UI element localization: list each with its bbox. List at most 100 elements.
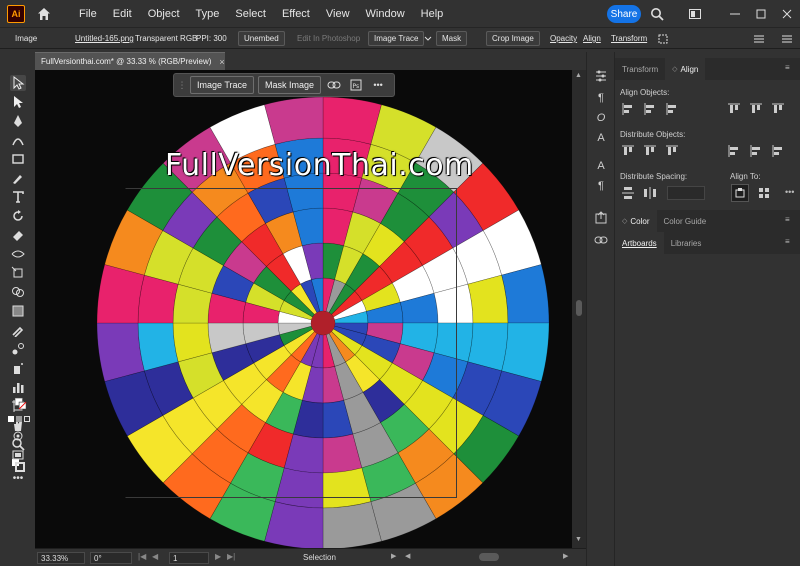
align-left-icon[interactable]	[621, 102, 635, 116]
color-mode-icon[interactable]	[8, 416, 14, 422]
gradient-tool-icon[interactable]	[10, 303, 26, 319]
distribute-top-icon[interactable]	[621, 144, 635, 158]
edit-in-photoshop-button[interactable]: Edit In Photoshop	[292, 31, 365, 46]
free-transform-tool-icon[interactable]	[10, 265, 26, 281]
scroll-right-icon[interactable]: ▶	[563, 552, 568, 560]
last-artboard-icon[interactable]: ▶|	[227, 552, 235, 561]
photoshop-icon[interactable]: Ps	[347, 76, 365, 94]
symbol-sprayer-tool-icon[interactable]	[10, 360, 26, 376]
align-vertical-center-icon[interactable]	[749, 102, 763, 116]
tab-transform[interactable]: Transform	[615, 58, 665, 80]
align-more-icon[interactable]: •••	[785, 187, 794, 197]
spacing-input[interactable]	[667, 186, 705, 200]
artboard-number-field[interactable]: 1	[169, 552, 209, 564]
width-tool-icon[interactable]	[10, 246, 26, 262]
taskbar-mask-image-button[interactable]: Mask Image	[258, 76, 322, 94]
menu-effect[interactable]: Effect	[274, 8, 318, 20]
menu-edit[interactable]: Edit	[105, 8, 140, 20]
fill-stroke-swatch-icon[interactable]	[10, 393, 32, 415]
scroll-down-icon[interactable]: ▼	[575, 536, 582, 543]
distribute-right-icon[interactable]	[771, 144, 785, 158]
scroll-up-icon[interactable]: ▲	[575, 72, 582, 79]
align-bottom-icon[interactable]	[771, 102, 785, 116]
search-icon[interactable]	[648, 5, 666, 23]
align-right-icon[interactable]	[665, 102, 679, 116]
transform-link[interactable]: Transform	[606, 31, 652, 46]
document-tab[interactable]: FullVersionthai.com* @ 33.33 % (RGB/Prev…	[35, 52, 225, 70]
vertical-scrollbar[interactable]: ▲ ▼	[572, 70, 586, 548]
control-bar-options-icon[interactable]	[776, 31, 798, 46]
zoom-field[interactable]: 33.33%	[37, 552, 85, 564]
more-options-icon[interactable]: •••	[369, 76, 387, 94]
align-top-icon[interactable]	[727, 102, 741, 116]
taskbar-image-trace-button[interactable]: Image Trace	[190, 76, 255, 94]
horizontal-scroll-thumb[interactable]	[479, 553, 499, 561]
opacity-link[interactable]: Opacity	[545, 31, 582, 46]
eyedropper-tool-icon[interactable]	[10, 322, 26, 338]
close-icon[interactable]	[778, 5, 796, 23]
horizontal-distribute-space-icon[interactable]	[643, 186, 657, 200]
opentype-panel-icon[interactable]: O	[593, 110, 609, 126]
align-panel-menu-icon[interactable]: ≡	[785, 63, 790, 72]
tab-color-guide[interactable]: Color Guide	[657, 210, 714, 232]
linked-file-name[interactable]: Untitled-165.png	[70, 31, 139, 46]
vertical-scroll-thumb[interactable]	[576, 300, 582, 316]
share-button[interactable]: Share	[607, 5, 641, 23]
paragraph-panel-icon[interactable]: ¶	[593, 90, 609, 106]
scroll-left-icon[interactable]: ◀	[405, 552, 410, 560]
artboards-panel-menu-icon[interactable]: ≡	[785, 237, 790, 246]
tab-libraries[interactable]: Libraries	[664, 232, 709, 254]
color-panel-menu-icon[interactable]: ≡	[785, 215, 790, 224]
pen-tool-icon[interactable]	[10, 113, 26, 129]
drag-handle-icon[interactable]: ⋮	[178, 76, 187, 94]
menu-window[interactable]: Window	[358, 8, 413, 20]
properties-panel-icon[interactable]	[593, 68, 609, 84]
close-tab-icon[interactable]: ×	[219, 57, 224, 67]
align-link[interactable]: Align	[578, 31, 606, 46]
crop-image-button[interactable]: Crop Image	[486, 31, 540, 46]
paintbrush-tool-icon[interactable]	[10, 170, 26, 186]
status-menu-icon[interactable]: ▶	[391, 552, 396, 560]
link-icon[interactable]	[325, 76, 343, 94]
menu-type[interactable]: Type	[188, 8, 228, 20]
mask-button[interactable]: Mask	[436, 31, 468, 46]
tab-color[interactable]: ◇ Color	[615, 210, 657, 232]
character-panel-icon[interactable]: A	[593, 130, 609, 146]
gradient-mode-icon[interactable]	[16, 416, 22, 422]
menu-object[interactable]: Object	[140, 8, 188, 20]
distribute-bottom-icon[interactable]	[665, 144, 679, 158]
vertical-distribute-space-icon[interactable]	[621, 186, 635, 200]
draw-mode-icon[interactable]	[10, 428, 26, 444]
tab-artboards[interactable]: Artboards	[615, 232, 664, 254]
menu-view[interactable]: View	[318, 8, 358, 20]
rotation-field[interactable]: 0°	[90, 552, 132, 564]
unembed-button[interactable]: Unembed	[238, 31, 285, 46]
edit-toolbar-icon[interactable]: •••	[10, 470, 26, 486]
rotate-tool-icon[interactable]	[10, 208, 26, 224]
isolate-icon[interactable]	[652, 31, 674, 46]
arrange-documents-icon[interactable]	[686, 5, 704, 23]
screen-mode-icon[interactable]	[10, 447, 26, 463]
menu-help[interactable]: Help	[413, 8, 452, 20]
control-bar-menu-icon[interactable]	[748, 31, 770, 46]
maximize-icon[interactable]	[752, 5, 770, 23]
links-panel-icon[interactable]	[593, 232, 609, 248]
distribute-horizontal-center-icon[interactable]	[749, 144, 763, 158]
menu-file[interactable]: File	[71, 8, 105, 20]
direct-selection-tool-icon[interactable]	[10, 94, 26, 110]
character-styles-icon[interactable]: A	[593, 158, 609, 174]
export-icon[interactable]	[593, 210, 609, 226]
blend-tool-icon[interactable]	[10, 341, 26, 357]
none-mode-icon[interactable]	[24, 416, 30, 422]
shape-builder-tool-icon[interactable]	[10, 284, 26, 300]
image-trace-button[interactable]: Image Trace	[368, 31, 425, 46]
tab-align[interactable]: ◇ Align	[665, 58, 706, 80]
image-trace-options-icon[interactable]	[419, 31, 437, 46]
curvature-tool-icon[interactable]	[10, 132, 26, 148]
align-horizontal-center-icon[interactable]	[643, 102, 657, 116]
align-to-grid-icon[interactable]	[757, 186, 771, 200]
align-to-selection-icon[interactable]	[731, 184, 749, 202]
distribute-vertical-center-icon[interactable]	[643, 144, 657, 158]
menu-select[interactable]: Select	[227, 8, 274, 20]
distribute-left-icon[interactable]	[727, 144, 741, 158]
